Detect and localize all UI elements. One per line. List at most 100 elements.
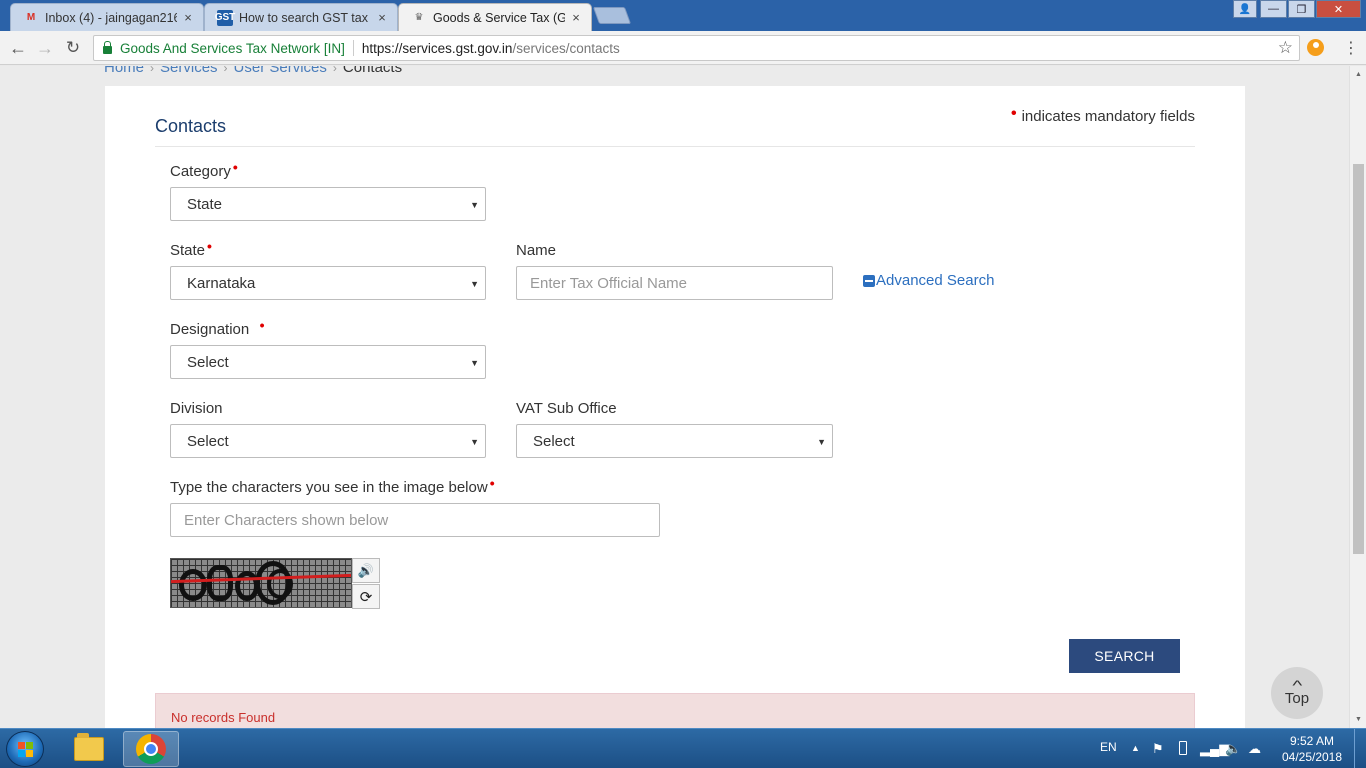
- category-select[interactable]: State ▼: [170, 187, 486, 221]
- close-icon[interactable]: ×: [375, 10, 389, 25]
- page-scrollbar[interactable]: ▲ ▼: [1349, 66, 1366, 728]
- no-records-message: No records Found: [171, 710, 276, 725]
- account-icon[interactable]: 👤: [1233, 0, 1257, 18]
- url-path: /services/contacts: [512, 40, 620, 56]
- emblem-icon: ♛: [414, 12, 424, 23]
- lock-icon: [103, 40, 112, 54]
- windows-taskbar: EN ▲ ⚑ ▂▄▆ 🔈 ☁ 9:52 AM 04/25/2018: [0, 728, 1366, 768]
- back-to-top-button[interactable]: ^ Top: [1271, 667, 1323, 719]
- language-indicator[interactable]: EN: [1100, 740, 1117, 754]
- designation-value: Select: [187, 353, 229, 371]
- tab-title: Inbox (4) - jaingagan216: [45, 10, 177, 25]
- close-icon[interactable]: ×: [569, 10, 583, 25]
- mandatory-note-text: indicates mandatory fields: [1021, 108, 1195, 125]
- browser-toolbar: ← → ↻ Goods And Services Tax Network [IN…: [0, 31, 1366, 65]
- chevron-up-icon: ^: [1292, 676, 1302, 693]
- back-arrow-icon[interactable]: ←: [7, 37, 29, 59]
- cloud-upload-icon[interactable]: ☁: [1248, 741, 1261, 757]
- show-desktop-button[interactable]: [1354, 729, 1366, 768]
- breadcrumb-current: Contacts: [342, 66, 403, 76]
- division-select[interactable]: Select ▼: [170, 424, 486, 458]
- scroll-down-arrow-icon[interactable]: ▼: [1350, 711, 1366, 727]
- forward-arrow-icon[interactable]: →: [34, 37, 56, 59]
- scrollbar-thumb[interactable]: [1353, 164, 1364, 554]
- close-icon[interactable]: ×: [181, 10, 195, 25]
- vat-sub-office-select[interactable]: Select ▼: [516, 424, 833, 458]
- new-tab-button[interactable]: [592, 7, 632, 24]
- url-host: https://services.gst.gov.in: [361, 40, 513, 56]
- start-button[interactable]: [6, 731, 44, 767]
- breadcrumb-separator: ›: [150, 66, 155, 75]
- chevron-down-icon: ▼: [470, 200, 479, 210]
- chrome-icon: [136, 734, 166, 764]
- breadcrumb-home[interactable]: Home: [104, 66, 144, 76]
- windows-logo-icon: [18, 742, 34, 758]
- search-button[interactable]: SEARCH: [1069, 639, 1180, 673]
- category-value: State: [187, 195, 223, 213]
- restore-button[interactable]: ❐: [1288, 0, 1315, 18]
- refresh-captcha-icon[interactable]: ⟳: [352, 584, 380, 609]
- state-value: Karnataka: [187, 274, 256, 292]
- chevron-down-icon: ▼: [470, 358, 479, 368]
- breadcrumb-services[interactable]: Services: [160, 66, 218, 76]
- tab-gst-search[interactable]: GST How to search GST tax o ×: [204, 3, 398, 31]
- collapse-minus-icon: [863, 274, 875, 287]
- designation-label: Designation •: [170, 317, 264, 338]
- state-select[interactable]: Karnataka ▼: [170, 266, 486, 300]
- tax-official-name-input[interactable]: [516, 266, 833, 300]
- folder-icon: [74, 733, 104, 761]
- designation-select[interactable]: Select ▼: [170, 345, 486, 379]
- browser-menu-icon[interactable]: ⋮: [1343, 38, 1359, 58]
- breadcrumb-separator: ›: [332, 66, 337, 75]
- volume-icon[interactable]: 🔈: [1225, 741, 1241, 757]
- advanced-search-link[interactable]: Advanced Search: [863, 272, 994, 289]
- reload-icon[interactable]: ↻: [62, 37, 84, 59]
- tab-gmail-inbox[interactable]: M Inbox (4) - jaingagan216 ×: [10, 3, 204, 31]
- title-divider: [155, 146, 1195, 147]
- designation-label-text: Designation: [170, 321, 250, 338]
- captcha-input[interactable]: [170, 503, 660, 537]
- required-marker: •: [489, 475, 495, 491]
- name-label: Name: [516, 242, 557, 259]
- system-clock[interactable]: 9:52 AM 04/25/2018: [1276, 733, 1348, 765]
- bookmark-star-icon[interactable]: ☆: [1278, 38, 1293, 58]
- extension-icon[interactable]: [1307, 39, 1324, 56]
- tab-title: Goods & Service Tax (GS: [433, 10, 565, 25]
- breadcrumb-user-services[interactable]: User Services: [234, 66, 327, 76]
- mandatory-fields-note: • indicates mandatory fields: [1010, 105, 1195, 126]
- vat-sub-office-value: Select: [533, 432, 575, 450]
- close-window-button[interactable]: ✕: [1316, 0, 1361, 18]
- category-label: Category •: [170, 159, 238, 180]
- gmail-icon: M: [26, 12, 36, 23]
- tab-title: How to search GST tax o: [239, 10, 371, 25]
- scroll-up-arrow-icon[interactable]: ▲: [1350, 66, 1366, 82]
- minimize-button[interactable]: —: [1260, 0, 1287, 18]
- required-marker: •: [232, 159, 238, 175]
- category-label-text: Category: [170, 163, 231, 180]
- address-bar[interactable]: Goods And Services Tax Network [IN] http…: [93, 35, 1300, 61]
- show-hidden-icons-chevron-icon[interactable]: ▲: [1131, 743, 1140, 753]
- chevron-down-icon: ▼: [470, 279, 479, 289]
- division-label: Division: [170, 400, 223, 417]
- page-viewport: Home › Services › User Services › Contac…: [0, 66, 1349, 728]
- taskbar-chrome[interactable]: [123, 731, 179, 767]
- required-marker: •: [1010, 105, 1017, 122]
- omnibox-divider: [352, 40, 354, 56]
- required-marker: •: [207, 238, 212, 254]
- action-center-flag-icon[interactable]: ⚑: [1152, 741, 1164, 757]
- state-label: State •: [170, 238, 212, 259]
- division-value: Select: [187, 432, 229, 450]
- tab-gst-contacts[interactable]: ♛ Goods & Service Tax (GS ×: [398, 3, 592, 31]
- clock-date: 04/25/2018: [1281, 750, 1343, 764]
- no-records-alert: No records Found: [155, 693, 1195, 728]
- secure-site-label[interactable]: Goods And Services Tax Network [IN]: [120, 41, 345, 56]
- captcha-label: Type the characters you see in the image…: [170, 475, 495, 496]
- breadcrumb-separator: ›: [223, 66, 228, 75]
- battery-icon[interactable]: [1179, 741, 1187, 755]
- advanced-search-label: Advanced Search: [876, 272, 995, 289]
- taskbar-file-explorer[interactable]: [61, 731, 117, 767]
- clock-time: 9:52 AM: [1289, 734, 1335, 748]
- audio-captcha-speaker-icon[interactable]: 🔊: [352, 558, 380, 583]
- breadcrumb: Home › Services › User Services › Contac…: [104, 66, 402, 76]
- gst-icon: GST: [215, 9, 235, 26]
